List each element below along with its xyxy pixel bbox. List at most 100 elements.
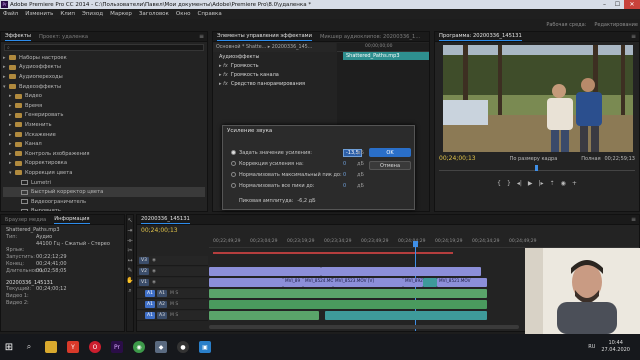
video-clip[interactable] [209,267,321,276]
step-forward-icon[interactable]: |▸ [538,180,543,187]
timeline-timecode[interactable]: 00;24;00;13 [141,227,178,234]
tab-audio-clip-mixer[interactable]: Микшер аудиоклипов: 20200336_1... [316,34,424,40]
video-clip[interactable] [423,278,437,287]
taskbar-capture-icon[interactable]: ▣ [194,334,216,360]
panel-menu-icon[interactable]: ≡ [199,33,204,40]
taskbar-yandex-icon[interactable]: Y [62,334,84,360]
tree-item[interactable]: ▾ Видеоэффекты [3,82,205,92]
track-target-toggle[interactable]: A1 [145,301,155,308]
gain-option-row[interactable]: Нормализовать все пики до: 0 дБ [231,181,364,190]
video-clip[interactable]: MVI_892 [403,278,423,287]
menu-clip[interactable]: Клип [60,11,75,17]
effect-row-channel-volume[interactable]: ▸ fx Громкость канала [213,70,336,79]
program-timecode[interactable]: 00;24;00;13 [439,155,476,162]
track-header[interactable]: A1 A1 M S [137,289,208,299]
add-button-icon[interactable]: + [572,180,577,187]
tree-item[interactable]: ▾ Коррекция цвета [3,168,205,178]
tree-item[interactable]: Быстрый корректор цвета [3,187,205,197]
zoom-tool-icon[interactable]: ⌕ [128,287,131,297]
track-header[interactable]: A1 A3 M S [137,311,208,321]
mark-in-icon[interactable]: { [497,180,501,187]
track-name[interactable]: A3 [157,312,167,319]
menu-sequence[interactable]: Эпизод [82,11,103,17]
video-clip[interactable]: MVI_8523.MOV [V] [333,278,403,287]
play-icon[interactable]: ▶ [528,180,533,187]
eye-icon[interactable]: ◉ [152,258,156,263]
ok-button[interactable]: OK [369,148,411,157]
gain-option-row[interactable]: Коррекция усиления на: 0 дБ [231,159,364,168]
effect-row-volume[interactable]: ▸ fx Громкость [213,61,336,70]
tree-item[interactable]: ▸ Видео [3,91,205,101]
lift-icon[interactable]: ⇡ [550,180,555,187]
tree-item[interactable]: ▸ Искажение [3,130,205,140]
track-name[interactable]: A2 [157,301,167,308]
start-button[interactable]: ⊞ [0,334,18,360]
tree-item[interactable]: ▸ Время [3,101,205,111]
effect-row-panner[interactable]: ▸ fx Средство панорамирования [213,79,336,88]
tree-item[interactable]: ▸ Корректировка [3,159,205,169]
gain-value-input[interactable]: 0 [343,183,346,189]
taskbar-explorer-icon[interactable] [40,334,62,360]
track-name[interactable]: V2 [139,268,149,275]
tree-item[interactable]: ▸ Аудиоэффекты [3,63,205,73]
taskbar-chrome-icon[interactable]: ◉ [128,334,150,360]
track-name[interactable]: V1 [139,279,149,286]
eye-icon[interactable]: ◉ [152,269,156,274]
export-frame-icon[interactable]: ◉ [561,180,566,187]
audio-clip[interactable] [209,289,487,298]
program-scrubber[interactable] [439,165,635,171]
tab-sequence[interactable]: 20200336_145131 [137,216,194,224]
gain-option-row[interactable]: Задать значение усиления: -13,5 дБ [231,148,364,157]
gain-value-input[interactable]: 0 [343,172,346,178]
video-clip[interactable] [209,278,283,287]
menu-window[interactable]: Окно [176,11,191,17]
mute-icon[interactable]: M S [170,291,178,296]
panel-menu-icon[interactable]: ≡ [631,33,636,40]
radio-button[interactable] [231,172,236,177]
timeline-scrollbar[interactable] [209,325,519,329]
tab-program[interactable]: Программа: 20200336_145131 [435,33,526,41]
zoom-level-select[interactable]: По размеру кадра [510,156,558,162]
tree-item[interactable]: ▸ Контроль изображения [3,149,205,159]
menu-edit[interactable]: Изменить [25,11,53,17]
track-header[interactable]: V1V3◉ [137,256,208,276]
close-button[interactable]: ✕ [624,0,640,9]
track-name[interactable]: V3 [139,257,149,264]
menu-title[interactable]: Заголовок [139,11,169,17]
selection-tool-icon[interactable]: ↖ [127,217,132,227]
cancel-button[interactable]: Отмена [369,161,411,170]
hand-tool-icon[interactable]: ✋ [127,277,133,287]
taskbar-obs-icon[interactable]: ● [172,334,194,360]
workspace-editing[interactable]: Редактирование [594,22,638,28]
radio-button[interactable] [231,183,236,188]
audio-clip[interactable] [325,311,487,320]
gain-value-input[interactable]: 0 [343,161,346,167]
effect-controls-header[interactable]: Основной * Shatte... ▸ 20200336_145... [213,43,336,52]
taskbar-search-icon[interactable]: ⌕ [18,334,40,360]
track-select-tool-icon[interactable]: ⇥ [127,227,132,237]
tree-item[interactable]: ▸ Канал [3,139,205,149]
tree-item[interactable]: ▸ Аудиопереходы [3,72,205,82]
program-video-frame[interactable] [443,45,633,152]
menu-file[interactable]: Файл [3,11,18,17]
video-clip[interactable] [321,267,481,276]
tab-effect-controls[interactable]: Элементы управления эффектами [213,33,316,41]
timeline-ruler[interactable]: 00;22;49;29 00;23;04;29 00;23;19;29 00;23;3… [209,237,639,248]
taskbar-premiere-icon[interactable]: Pr [106,334,128,360]
language-indicator[interactable]: RU [588,344,595,350]
razor-tool-icon[interactable]: ✂ [127,247,132,257]
tree-item[interactable]: ▸ Генерировать [3,111,205,121]
track-header[interactable]: V1V1◉ [137,278,208,298]
panel-menu-icon[interactable]: ≡ [631,216,636,223]
effect-controls-clip[interactable]: Shattered_Paths.mp3 [343,52,429,60]
work-area-bar[interactable] [213,252,453,254]
audio-clip[interactable] [209,300,487,309]
menu-marker[interactable]: Маркер [110,11,132,17]
tree-item[interactable]: ▸ Изменить [3,120,205,130]
playback-resolution-select[interactable]: Полная [581,156,600,162]
audio-clip[interactable] [209,311,319,320]
track-target-toggle[interactable]: A1 [145,290,155,297]
mute-icon[interactable]: M S [170,302,178,307]
video-clip[interactable]: MVI_89 [283,278,303,287]
track-name[interactable]: A1 [157,290,167,297]
